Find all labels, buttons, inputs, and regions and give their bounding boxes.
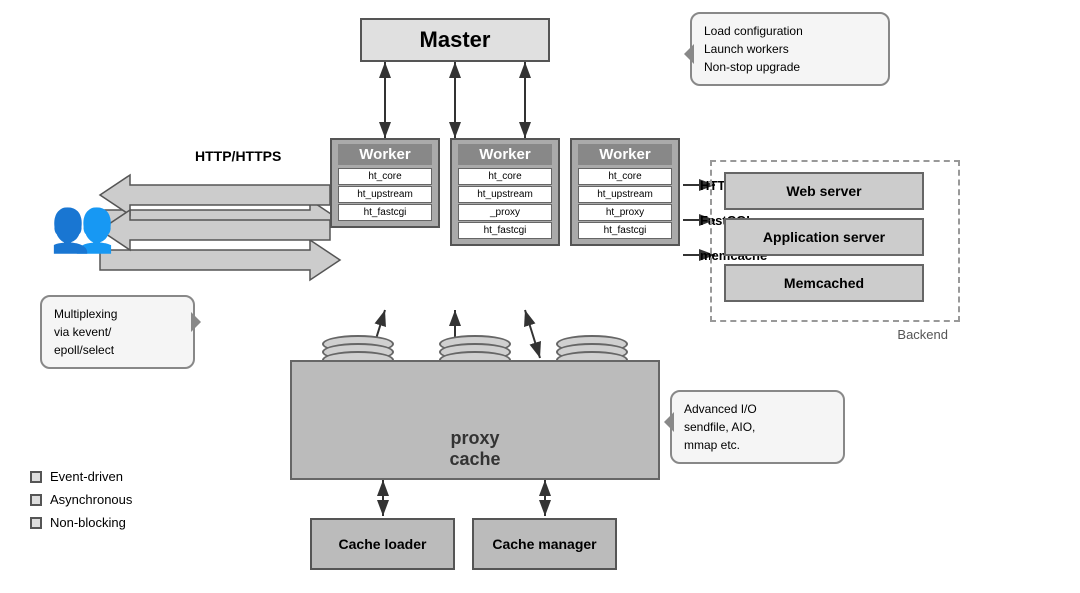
web-server-label: Web server bbox=[786, 183, 861, 199]
legend-square-0 bbox=[30, 471, 42, 483]
multiplex-callout-text: Multiplexing via kevent/ epoll/select bbox=[54, 307, 117, 357]
multiplex-callout: Multiplexing via kevent/ epoll/select bbox=[40, 295, 195, 369]
worker-1-box: Worker ht_core ht_upstream ht_fastcgi bbox=[330, 138, 440, 228]
worker-1-title: Worker bbox=[338, 144, 432, 165]
worker-3: Worker ht_core ht_upstream ht_proxy ht_f… bbox=[570, 138, 680, 246]
cache-manager-box: Cache manager bbox=[472, 518, 617, 570]
cache-loader-box: Cache loader bbox=[310, 518, 455, 570]
diagram: 👥 HTTP/HTTPS Master Load configuration L… bbox=[0, 0, 1080, 593]
people-icon: 👥 bbox=[50, 195, 115, 256]
io-callout-text: Advanced I/O sendfile, AIO, mmap etc. bbox=[684, 402, 757, 452]
legend-label-2: Non-blocking bbox=[50, 515, 126, 530]
app-server-box: Application server bbox=[724, 218, 924, 256]
memcached-box: Memcached bbox=[724, 264, 924, 302]
worker-2-mod-3: _proxy bbox=[458, 204, 552, 221]
master-callout-text: Load configuration Launch workers Non-st… bbox=[704, 24, 803, 74]
master-label: Master bbox=[420, 27, 491, 53]
worker-2: Worker ht_core ht_upstream _proxy ht_fas… bbox=[450, 138, 560, 246]
legend-square-1 bbox=[30, 494, 42, 506]
worker-1-mod-2: ht_upstream bbox=[338, 186, 432, 203]
legend-label-0: Event-driven bbox=[50, 469, 123, 484]
worker-2-box: Worker ht_core ht_upstream _proxy ht_fas… bbox=[450, 138, 560, 246]
backend-container: Web server Application server Memcached … bbox=[710, 160, 960, 322]
worker-1: Worker ht_core ht_upstream ht_fastcgi bbox=[330, 138, 440, 228]
worker-2-mod-4: ht_fastcgi bbox=[458, 222, 552, 239]
master-callout: Load configuration Launch workers Non-st… bbox=[690, 12, 890, 86]
worker-2-mod-2: ht_upstream bbox=[458, 186, 552, 203]
backend-label: Backend bbox=[897, 327, 948, 342]
worker-2-mod-1: ht_core bbox=[458, 168, 552, 185]
worker-3-mod-4: ht_fastcgi bbox=[578, 222, 672, 239]
legend-item-0: Event-driven bbox=[30, 469, 132, 484]
cache-loader-label: Cache loader bbox=[339, 536, 427, 552]
web-server-box: Web server bbox=[724, 172, 924, 210]
legend-item-2: Non-blocking bbox=[30, 515, 132, 530]
cache-manager-label: Cache manager bbox=[492, 536, 596, 552]
proxy-cache-label: proxy cache bbox=[449, 428, 500, 470]
worker-2-title: Worker bbox=[458, 144, 552, 165]
http-https-label: HTTP/HTTPS bbox=[195, 148, 281, 164]
worker-3-box: Worker ht_core ht_upstream ht_proxy ht_f… bbox=[570, 138, 680, 246]
worker-3-mod-3: ht_proxy bbox=[578, 204, 672, 221]
legend-label-1: Asynchronous bbox=[50, 492, 132, 507]
legend: Event-driven Asynchronous Non-blocking bbox=[30, 469, 132, 538]
worker-3-mod-2: ht_upstream bbox=[578, 186, 672, 203]
worker-1-mod-3: ht_fastcgi bbox=[338, 204, 432, 221]
io-callout: Advanced I/O sendfile, AIO, mmap etc. bbox=[670, 390, 845, 464]
memcached-label: Memcached bbox=[784, 275, 864, 291]
legend-item-1: Asynchronous bbox=[30, 492, 132, 507]
worker-1-mod-1: ht_core bbox=[338, 168, 432, 185]
legend-square-2 bbox=[30, 517, 42, 529]
proxy-cache-area: proxy cache bbox=[290, 360, 660, 480]
worker-3-mod-1: ht_core bbox=[578, 168, 672, 185]
master-box: Master bbox=[360, 18, 550, 62]
worker-3-title: Worker bbox=[578, 144, 672, 165]
app-server-label: Application server bbox=[763, 229, 885, 245]
